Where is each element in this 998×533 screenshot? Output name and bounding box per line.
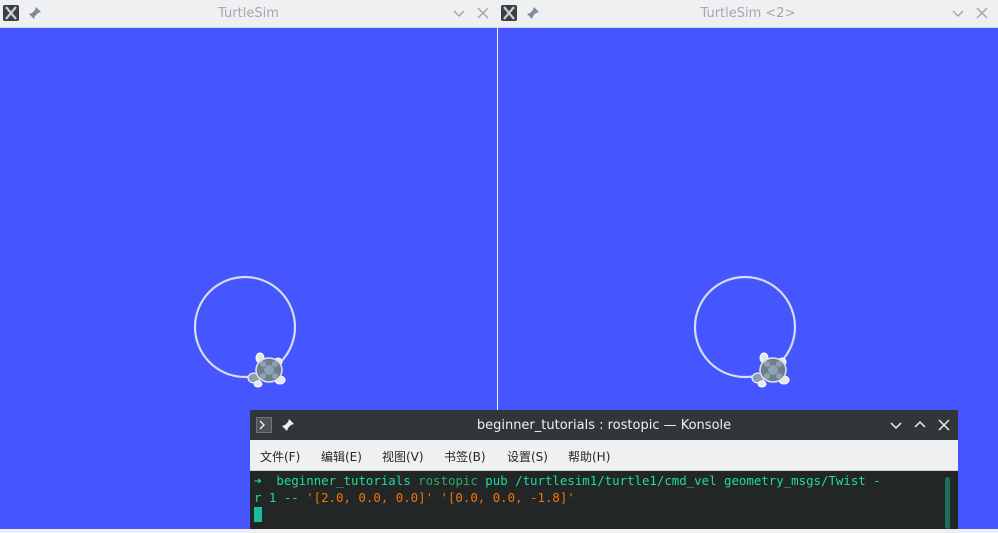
close-icon[interactable] [476, 6, 490, 20]
chevron-up-icon[interactable] [913, 418, 927, 432]
chevron-down-icon[interactable] [889, 418, 903, 432]
terminal-line-1: ➜ beginner_tutorials rostopic pub /turtl… [254, 472, 881, 489]
turtle-icon [247, 352, 286, 388]
window-titlebar[interactable]: TurtleSim [0, 0, 497, 28]
menu-bookmarks[interactable]: 书签(B) [444, 448, 486, 465]
command-args: pub /turtlesim1/turtle1/cmd_vel geometry… [485, 473, 881, 488]
konsole-titlebar[interactable]: beginner_tutorials : rostopic — Konsole [250, 410, 958, 440]
turtle-icon [751, 352, 790, 388]
chevron-down-icon[interactable] [452, 6, 466, 20]
close-icon[interactable] [975, 6, 989, 20]
terminal-scrollbar[interactable] [945, 477, 950, 529]
command-args-cont: r 1 -- [254, 490, 307, 505]
command-name: rostopic [418, 473, 478, 488]
menu-view[interactable]: 视图(V) [382, 448, 424, 465]
prompt-arrow: ➜ [254, 473, 262, 488]
konsole-title: beginner_tutorials : rostopic — Konsole [476, 418, 732, 433]
menu-help[interactable]: 帮助(H) [568, 448, 610, 465]
command-strings: '[2.0, 0.0, 0.0]' '[0.0, 0.0, -1.8]' [306, 490, 575, 505]
menu-settings[interactable]: 设置(S) [507, 448, 548, 465]
terminal-cursor [254, 507, 262, 522]
terminal-line-2: r 1 -- '[2.0, 0.0, 0.0]' '[0.0, 0.0, -1.… [254, 489, 575, 506]
prompt-cwd: beginner_tutorials [276, 473, 411, 488]
terminal-output[interactable]: ➜ beginner_tutorials rostopic pub /turtl… [250, 471, 958, 529]
konsole-window: beginner_tutorials : rostopic — Konsole … [250, 410, 958, 529]
menu-file[interactable]: 文件(F) [260, 448, 300, 465]
close-icon[interactable] [937, 418, 951, 432]
window-title: TurtleSim <2> [700, 6, 796, 21]
menu-edit[interactable]: 编辑(E) [321, 448, 362, 465]
konsole-menubar: 文件(F) 编辑(E) 视图(V) 书签(B) 设置(S) 帮助(H) [250, 440, 958, 471]
window-title: TurtleSim [218, 6, 279, 21]
window-titlebar[interactable]: TurtleSim <2> [498, 0, 998, 28]
chevron-down-icon[interactable] [951, 6, 965, 20]
